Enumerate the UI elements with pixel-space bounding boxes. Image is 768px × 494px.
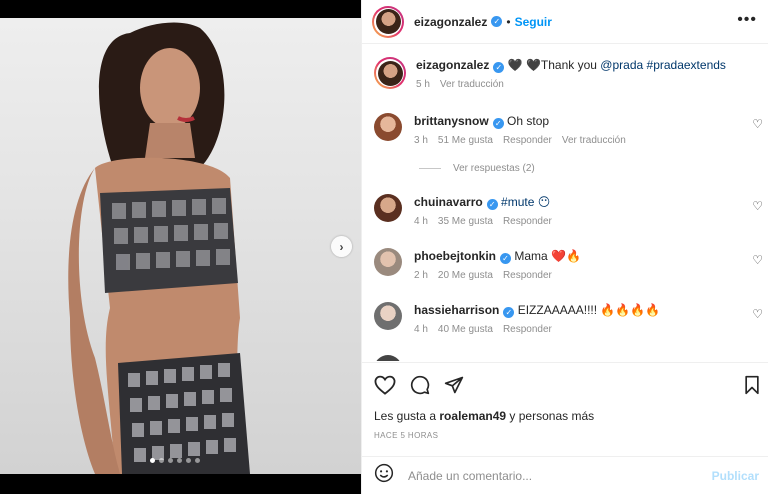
comment-likes[interactable]: 20 Me gusta bbox=[438, 268, 493, 284]
comments-list[interactable]: eizagonzalez ✓ 🖤 🖤Thank you @prada #prada… bbox=[362, 45, 768, 361]
save-bookmark-icon[interactable] bbox=[743, 375, 761, 395]
commenter-avatar[interactable] bbox=[374, 113, 402, 141]
commenter-avatar[interactable] bbox=[374, 248, 402, 276]
post-actions: Les gusta a roaleman49 y personas más HA… bbox=[362, 362, 768, 494]
likes-summary[interactable]: Les gusta a roaleman49 y personas más bbox=[374, 409, 594, 423]
reply-button[interactable]: Responder bbox=[503, 268, 552, 284]
like-comment-heart-icon[interactable]: ♡ bbox=[752, 117, 763, 131]
verified-badge-icon: ✓ bbox=[500, 253, 511, 264]
commenter-username[interactable]: brittanysnow bbox=[414, 114, 489, 128]
action-icons bbox=[374, 375, 464, 395]
likes-prefix: Les gusta a bbox=[374, 409, 440, 423]
like-heart-icon[interactable] bbox=[374, 375, 396, 395]
see-translation-link[interactable]: Ver traducción bbox=[562, 133, 626, 149]
verified-badge-icon: ✓ bbox=[492, 118, 504, 129]
see-translation-link[interactable]: Ver traducción bbox=[440, 77, 504, 93]
add-comment-bar: Publicar bbox=[362, 456, 768, 494]
reply-button[interactable]: Responder bbox=[503, 214, 552, 230]
carousel-dot bbox=[168, 458, 173, 463]
comment-time[interactable]: 4 h bbox=[414, 322, 428, 338]
commenter-avatar[interactable] bbox=[374, 302, 402, 330]
view-replies-label[interactable]: Ver respuestas (2) bbox=[453, 163, 535, 174]
comment-text: Oh stop bbox=[507, 114, 550, 128]
publish-button[interactable]: Publicar bbox=[712, 469, 759, 483]
comment-text: EIZZAAAAA!!!! 🔥🔥🔥🔥 bbox=[517, 303, 661, 317]
verified-badge-icon: ✓ bbox=[486, 199, 498, 210]
comment-item: brittanysnow ✓ Oh stop 3 h 51 Me gusta Re… bbox=[374, 113, 768, 149]
commenter-avatar[interactable] bbox=[374, 355, 402, 361]
verified-badge-icon: ✓ bbox=[503, 307, 515, 318]
comment-time[interactable]: 3 h bbox=[414, 133, 428, 149]
reply-button[interactable]: Responder bbox=[503, 322, 552, 338]
emoji-smiley-icon[interactable] bbox=[374, 463, 394, 488]
view-replies-button[interactable]: Ver respuestas (2) bbox=[419, 163, 535, 174]
caption-hashtag-link[interactable]: #pradaextends bbox=[647, 58, 726, 72]
like-comment-heart-icon[interactable]: ♡ bbox=[752, 253, 763, 267]
comment-likes[interactable]: 35 Me gusta bbox=[438, 214, 493, 230]
post-timestamp[interactable]: HACE 5 HORAS bbox=[374, 431, 438, 440]
comment-time[interactable]: 2 h bbox=[414, 268, 428, 284]
carousel-dot bbox=[150, 458, 155, 463]
caption-mention-link[interactable]: @prada bbox=[600, 58, 643, 72]
likes-suffix: y personas más bbox=[506, 409, 595, 423]
like-comment-heart-icon[interactable]: ♡ bbox=[752, 199, 763, 213]
commenter-username[interactable]: phoebejtonkin bbox=[414, 249, 496, 263]
caption-text: 🖤 🖤Thank you bbox=[507, 58, 601, 72]
author-username[interactable]: eizagonzalez bbox=[414, 15, 487, 29]
author-avatar[interactable] bbox=[374, 57, 406, 89]
comment-item: chuinavarro ✓ #mute 😶 4 h 35 Me gusta Res… bbox=[374, 194, 768, 230]
verified-badge-icon: ✓ bbox=[493, 62, 505, 73]
carousel-dot bbox=[177, 458, 182, 463]
model-figure-image bbox=[68, 22, 250, 474]
carousel-dot bbox=[195, 458, 200, 463]
carousel-indicator bbox=[150, 458, 200, 463]
more-options-icon[interactable]: ••• bbox=[737, 11, 757, 29]
comment-text: Mama ❤️🔥 bbox=[514, 249, 581, 263]
commenter-username[interactable]: chuinavarro bbox=[414, 195, 483, 209]
like-comment-heart-icon[interactable]: ♡ bbox=[752, 307, 763, 321]
comment-likes[interactable]: 40 Me gusta bbox=[438, 322, 493, 338]
comment-item: phoebejtonkin ✓ Mama ❤️🔥 2 h 20 Me gusta … bbox=[374, 248, 768, 284]
caption-username[interactable]: eizagonzalez bbox=[416, 58, 489, 72]
comment-text: #mute 😶 bbox=[501, 195, 551, 209]
comment-item: hassieharrison ✓ EIZZAAAAA!!!! 🔥🔥🔥🔥 4 h 4… bbox=[374, 302, 768, 338]
liker-username[interactable]: roaleman49 bbox=[439, 409, 506, 423]
post-caption: eizagonzalez ✓ 🖤 🖤Thank you @prada #prada… bbox=[374, 57, 768, 93]
comment-likes[interactable]: 51 Me gusta bbox=[438, 133, 493, 149]
comment-bubble-icon[interactable] bbox=[410, 375, 430, 395]
separator-dot: • bbox=[506, 14, 511, 29]
verified-badge-icon: ✓ bbox=[491, 16, 503, 27]
replies-divider bbox=[419, 168, 441, 169]
comment-time[interactable]: 4 h bbox=[414, 214, 428, 230]
post-header: eizagonzalez ✓ • Seguir ••• bbox=[362, 0, 768, 44]
post-photo[interactable]: › bbox=[0, 0, 361, 494]
reply-button[interactable]: Responder bbox=[503, 133, 552, 149]
next-photo-button[interactable]: › bbox=[331, 236, 352, 257]
carousel-dot bbox=[159, 458, 164, 463]
commenter-avatar[interactable] bbox=[374, 194, 402, 222]
comment-input[interactable] bbox=[408, 468, 708, 483]
follow-button[interactable]: Seguir bbox=[515, 15, 552, 29]
author-avatar[interactable] bbox=[372, 5, 404, 38]
carousel-dot bbox=[186, 458, 191, 463]
commenter-username[interactable]: hassieharrison bbox=[414, 303, 499, 317]
share-paper-plane-icon[interactable] bbox=[444, 375, 464, 395]
caption-time[interactable]: 5 h bbox=[416, 77, 430, 93]
post-side-panel: eizagonzalez ✓ • Seguir ••• eizagonzalez… bbox=[361, 0, 768, 494]
chevron-right-icon: › bbox=[339, 239, 344, 254]
